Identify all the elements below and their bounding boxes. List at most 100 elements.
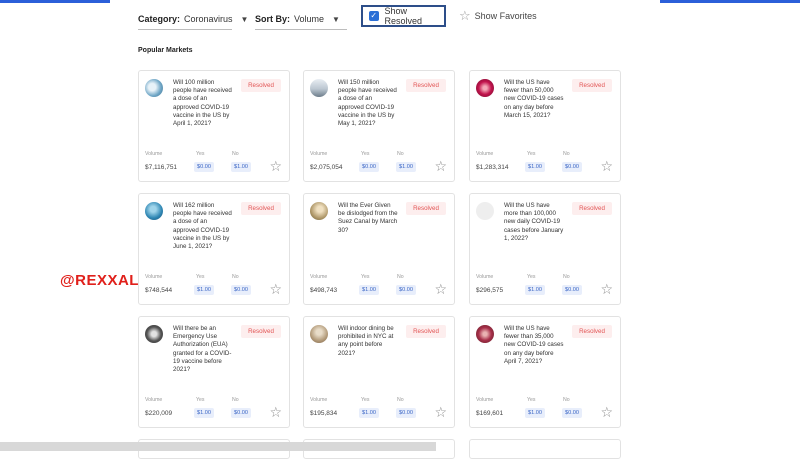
market-image <box>476 202 494 220</box>
market-question[interactable]: Will the US have fewer than 35,000 new C… <box>504 325 564 366</box>
volume-heading: Volume <box>145 274 163 280</box>
market-question[interactable]: Will the US have fewer than 50,000 new C… <box>504 79 564 120</box>
market-card[interactable]: Will 162 million people have received a … <box>138 193 290 305</box>
yes-price[interactable]: $1.00 <box>194 408 214 418</box>
no-price[interactable]: $0.00 <box>231 408 251 418</box>
status-badge: Resolved <box>572 79 612 92</box>
market-image <box>145 325 163 343</box>
status-badge: Resolved <box>406 79 446 92</box>
sort-value: Volume <box>294 14 325 24</box>
market-card[interactable]: Will there be an Emergency Use Authoriza… <box>138 316 290 428</box>
no-price[interactable]: $1.00 <box>396 162 416 172</box>
market-card[interactable]: Will the US have fewer than 50,000 new C… <box>469 70 621 182</box>
no-heading: No <box>232 274 239 280</box>
market-card[interactable]: Will 150 million people have received a … <box>303 70 455 182</box>
yes-price[interactable]: $0.00 <box>359 162 379 172</box>
market-question[interactable]: Will there be an Emergency Use Authoriza… <box>173 325 233 374</box>
favorite-star-icon[interactable]: ☆ <box>600 405 613 419</box>
yes-price[interactable]: $0.00 <box>194 162 214 172</box>
chevron-down-icon: ▼ <box>240 14 249 24</box>
market-question[interactable]: Will 162 million people have received a … <box>173 202 233 251</box>
sort-dropdown[interactable]: Sort By: Volume ▼ <box>255 9 347 30</box>
volume-value: $220,009 <box>145 410 173 417</box>
market-question[interactable]: Will the US have more than 100,000 new d… <box>504 202 564 243</box>
yes-price[interactable]: $1.00 <box>359 285 379 295</box>
market-image <box>310 325 328 343</box>
favorite-star-icon[interactable]: ☆ <box>600 282 613 296</box>
no-price[interactable]: $0.00 <box>396 408 416 418</box>
yes-heading: Yes <box>196 151 205 157</box>
market-image <box>310 79 328 97</box>
no-heading: No <box>563 151 570 157</box>
yes-price[interactable]: $1.00 <box>525 285 545 295</box>
chevron-down-icon: ▼ <box>332 14 340 24</box>
no-heading: No <box>563 274 570 280</box>
favorite-star-icon[interactable]: ☆ <box>269 405 282 419</box>
volume-value: $2,075,054 <box>310 164 343 171</box>
no-price[interactable]: $0.00 <box>562 162 582 172</box>
volume-heading: Volume <box>476 151 494 157</box>
volume-heading: Volume <box>476 397 494 403</box>
star-outline-icon[interactable]: ☆ <box>459 9 471 22</box>
market-image <box>310 202 328 220</box>
no-heading: No <box>397 274 404 280</box>
yes-price[interactable]: $1.00 <box>194 285 214 295</box>
category-label: Category: <box>138 14 181 24</box>
status-badge: Resolved <box>572 325 612 338</box>
volume-value: $7,116,751 <box>145 164 178 171</box>
market-card[interactable]: Will indoor dining be prohibited in NYC … <box>303 316 455 428</box>
no-price[interactable]: $1.00 <box>231 162 251 172</box>
volume-heading: Volume <box>310 397 328 403</box>
favorite-star-icon[interactable]: ☆ <box>269 159 282 173</box>
yes-heading: Yes <box>361 397 370 403</box>
status-badge: Resolved <box>241 325 281 338</box>
yes-price[interactable]: $1.00 <box>525 408 545 418</box>
no-heading: No <box>397 397 404 403</box>
favorite-star-icon[interactable]: ☆ <box>600 159 613 173</box>
checkbox-checked-icon[interactable]: ✓ <box>369 11 379 21</box>
volume-heading: Volume <box>476 274 494 280</box>
volume-value: $195,834 <box>310 410 338 417</box>
volume-heading: Volume <box>310 151 328 157</box>
favorite-star-icon[interactable]: ☆ <box>269 282 282 296</box>
market-question[interactable]: Will the Ever Given be dislodged from th… <box>338 202 398 235</box>
show-favorites-toggle[interactable]: ☆ Show Favorites <box>459 9 537 22</box>
bottom-overlay-bar <box>0 442 436 451</box>
status-badge: Resolved <box>241 202 281 215</box>
favorite-star-icon[interactable]: ☆ <box>434 405 447 419</box>
no-heading: No <box>397 151 404 157</box>
market-card[interactable]: Will the US have fewer than 35,000 new C… <box>469 316 621 428</box>
market-question[interactable]: Will 150 million people have received a … <box>338 79 398 128</box>
market-card[interactable]: Will the Ever Given be dislodged from th… <box>303 193 455 305</box>
market-card[interactable]: Will the US have more than 100,000 new d… <box>469 193 621 305</box>
no-price[interactable]: $0.00 <box>231 285 251 295</box>
no-heading: No <box>563 397 570 403</box>
sort-label: Sort By: <box>255 14 291 24</box>
market-question[interactable]: Will 100 million people have received a … <box>173 79 233 128</box>
favorite-star-icon[interactable]: ☆ <box>434 282 447 296</box>
category-dropdown[interactable]: Category: Coronavirus ▼ <box>138 9 248 30</box>
market-image <box>145 79 163 97</box>
yes-price[interactable]: $1.00 <box>525 162 545 172</box>
market-question[interactable]: Will indoor dining be prohibited in NYC … <box>338 325 398 358</box>
no-heading: No <box>232 397 239 403</box>
top-accent-bar-right <box>660 0 800 3</box>
market-card-partial[interactable] <box>469 439 621 459</box>
yes-heading: Yes <box>527 397 536 403</box>
yes-heading: Yes <box>527 151 536 157</box>
no-price[interactable]: $0.00 <box>396 285 416 295</box>
volume-heading: Volume <box>145 397 163 403</box>
yes-price[interactable]: $1.00 <box>359 408 379 418</box>
yes-heading: Yes <box>196 397 205 403</box>
market-card[interactable]: Will 100 million people have received a … <box>138 70 290 182</box>
no-price[interactable]: $0.00 <box>562 285 582 295</box>
show-resolved-toggle[interactable]: ✓ Show Resolved <box>361 5 446 27</box>
yes-heading: Yes <box>527 274 536 280</box>
favorite-star-icon[interactable]: ☆ <box>434 159 447 173</box>
market-image <box>145 202 163 220</box>
volume-heading: Volume <box>310 274 328 280</box>
no-price[interactable]: $0.00 <box>562 408 582 418</box>
status-badge: Resolved <box>406 325 446 338</box>
no-heading: No <box>232 151 239 157</box>
show-resolved-label: Show Resolved <box>384 6 423 26</box>
